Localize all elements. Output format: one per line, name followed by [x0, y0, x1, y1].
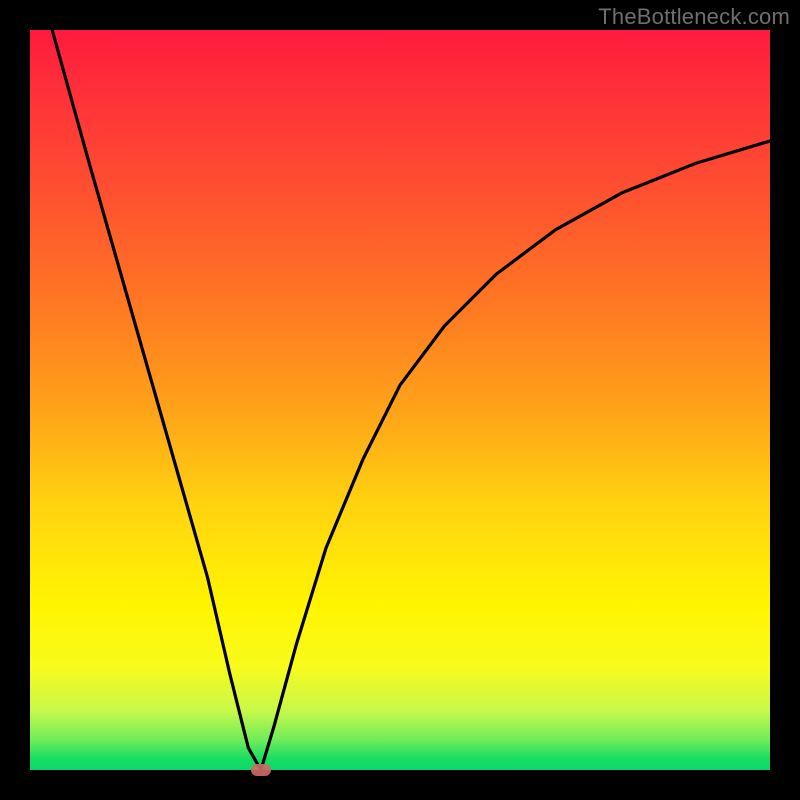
- curve-right-branch: [261, 141, 770, 770]
- minimum-marker: [251, 764, 271, 776]
- plot-area: [30, 30, 770, 770]
- bottleneck-curve: [30, 30, 770, 770]
- watermark-text: TheBottleneck.com: [598, 4, 790, 30]
- curve-left-branch: [52, 30, 261, 770]
- chart-frame: TheBottleneck.com: [0, 0, 800, 800]
